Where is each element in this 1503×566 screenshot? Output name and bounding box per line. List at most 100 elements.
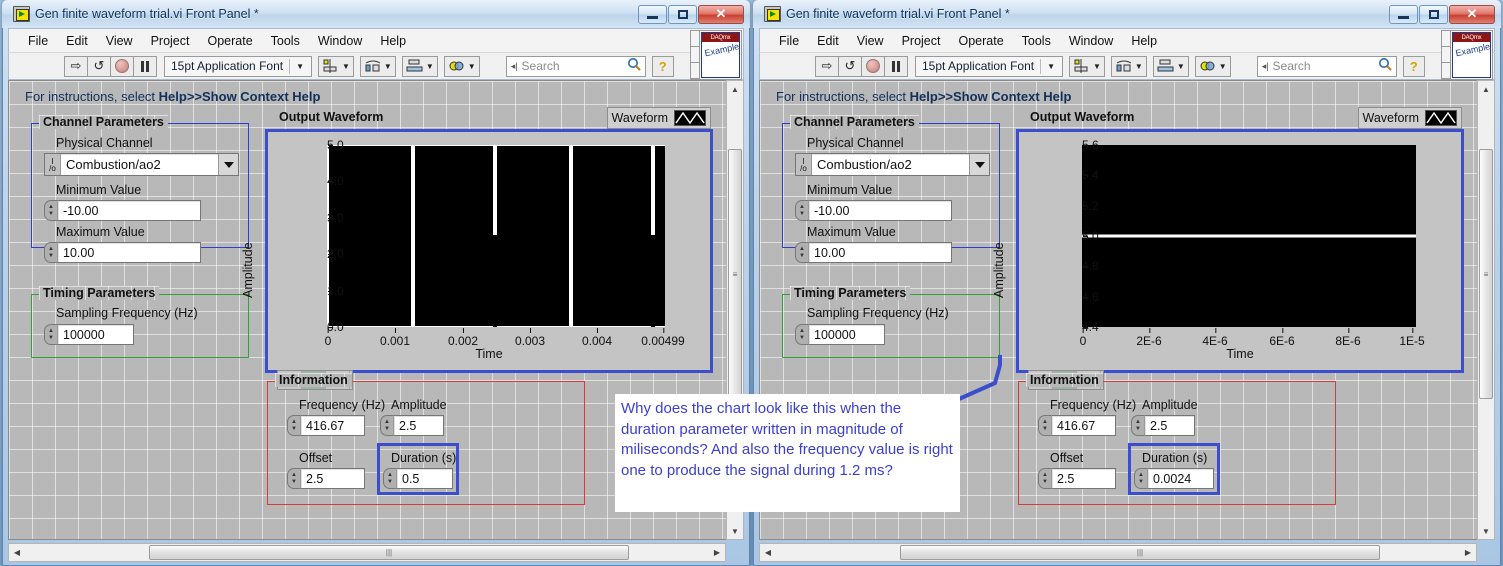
resize-objects-button[interactable]: ▼ [1152, 55, 1189, 77]
duration-control[interactable]: ▲ ▼ 0.5 [383, 468, 453, 489]
maximum-value-field[interactable]: 10.00 [57, 242, 201, 263]
scroll-up-arrow-icon[interactable]: ▲ [1478, 81, 1494, 97]
maximum-value-stepper[interactable]: ▲ ▼ [44, 242, 57, 263]
sampling-frequency-field[interactable]: 100000 [57, 324, 134, 345]
duration-stepper[interactable]: ▲ ▼ [1134, 468, 1147, 489]
sampling-frequency-stepper[interactable]: ▲ ▼ [44, 324, 57, 345]
scroll-down-arrow-icon[interactable]: ▼ [727, 523, 743, 539]
duration-stepper[interactable]: ▲ ▼ [383, 468, 396, 489]
frequency-stepper[interactable]: ▲ ▼ [1038, 415, 1051, 436]
scroll-left-arrow-icon[interactable]: ◀ [9, 548, 25, 557]
frequency-control[interactable]: ▲ ▼ 416.67 [287, 415, 365, 436]
amplitude-field[interactable]: 2.5 [1144, 415, 1195, 436]
minimize-button[interactable] [1389, 4, 1418, 24]
maximum-value-field[interactable]: 10.00 [808, 242, 952, 263]
scroll-up-arrow-icon[interactable]: ▲ [727, 81, 743, 97]
duration-field[interactable]: 0.5 [396, 468, 453, 489]
frequency-field[interactable]: 416.67 [300, 415, 365, 436]
search-input[interactable]: ◂| Search [505, 55, 646, 77]
menu-item-project[interactable]: Project [893, 32, 950, 50]
plot-area[interactable] [1082, 145, 1416, 327]
maximum-value-control[interactable]: ▲ ▼ 10.00 [795, 242, 952, 263]
offset-control[interactable]: ▲ ▼ 2.5 [287, 468, 365, 489]
offset-stepper[interactable]: ▲ ▼ [1038, 468, 1051, 489]
align-objects-button[interactable]: ▼ [318, 55, 354, 77]
maximum-value-control[interactable]: ▲ ▼ 10.00 [44, 242, 201, 263]
scroll-right-arrow-icon[interactable]: ▶ [709, 548, 725, 557]
plot-area[interactable] [327, 145, 665, 327]
offset-field[interactable]: 2.5 [300, 468, 365, 489]
title-bar[interactable]: Gen finite waveform trial.vi Front Panel… [753, 0, 1501, 28]
sampling-frequency-control[interactable]: ▲ ▼ 100000 [44, 324, 134, 345]
menu-item-tools[interactable]: Tools [1013, 32, 1060, 50]
output-waveform-graph[interactable]: Output Waveform Waveform Amplitude [241, 107, 713, 373]
distribute-objects-button[interactable]: ▼ [1110, 55, 1147, 77]
frequency-field[interactable]: 416.67 [1051, 415, 1116, 436]
pause-icon[interactable] [133, 55, 157, 77]
minimum-value-field[interactable]: -10.00 [808, 200, 952, 221]
menu-item-window[interactable]: Window [1060, 32, 1122, 50]
menu-item-tools[interactable]: Tools [262, 32, 309, 50]
daqmx-example-panel[interactable]: DAQmx Example [1441, 30, 1493, 80]
menu-item-help[interactable]: Help [1122, 32, 1166, 50]
menu-item-edit[interactable]: Edit [808, 32, 848, 50]
amplitude-field[interactable]: 2.5 [393, 415, 444, 436]
menu-item-help[interactable]: Help [371, 32, 415, 50]
amplitude-stepper[interactable]: ▲ ▼ [380, 415, 393, 436]
physical-channel-dropdown-arrow[interactable] [218, 154, 238, 175]
run-arrow-icon[interactable]: ⇨ [64, 55, 88, 77]
menu-item-operate[interactable]: Operate [198, 32, 261, 50]
context-help-button[interactable]: ? [1402, 55, 1425, 77]
duration-control[interactable]: ▲ ▼ 0.0024 [1134, 468, 1214, 489]
physical-channel-dropdown-arrow[interactable] [969, 154, 989, 175]
close-button[interactable]: ✕ [698, 4, 744, 24]
output-waveform-graph[interactable]: Output Waveform Waveform Amplitude [992, 107, 1464, 373]
scroll-down-arrow-icon[interactable]: ▼ [1478, 523, 1494, 539]
scroll-right-arrow-icon[interactable]: ▶ [1460, 548, 1476, 557]
context-help-button[interactable]: ? [651, 55, 674, 77]
amplitude-stepper[interactable]: ▲ ▼ [1131, 415, 1144, 436]
menu-item-window[interactable]: Window [309, 32, 371, 50]
abort-execution-icon[interactable] [861, 55, 885, 77]
minimum-value-control[interactable]: ▲ ▼ -10.00 [44, 200, 201, 221]
sampling-frequency-stepper[interactable]: ▲ ▼ [795, 324, 808, 345]
vertical-scrollbar[interactable]: ▲ ≡ ▼ [1477, 80, 1495, 540]
font-selector[interactable]: 15pt Application Font ▼ [915, 55, 1063, 77]
daqmx-example-panel[interactable]: DAQmx Example [690, 30, 742, 80]
reorder-objects-button[interactable]: ▼ [443, 55, 480, 77]
amplitude-control[interactable]: ▲ ▼ 2.5 [1131, 415, 1195, 436]
menu-item-operate[interactable]: Operate [949, 32, 1012, 50]
align-objects-button[interactable]: ▼ [1069, 55, 1105, 77]
frequency-stepper[interactable]: ▲ ▼ [287, 415, 300, 436]
offset-control[interactable]: ▲ ▼ 2.5 [1038, 468, 1116, 489]
horizontal-scroll-thumb[interactable]: ||| [900, 545, 1380, 560]
menu-item-view[interactable]: View [848, 32, 893, 50]
vertical-scroll-thumb[interactable]: ≡ [1479, 149, 1493, 399]
maximize-button[interactable] [668, 4, 697, 24]
pause-icon[interactable] [884, 55, 908, 77]
vertical-scroll-thumb[interactable]: ≡ [728, 149, 742, 399]
menu-item-file[interactable]: File [770, 32, 808, 50]
distribute-objects-button[interactable]: ▼ [359, 55, 396, 77]
graph-legend[interactable]: Waveform [1357, 107, 1462, 129]
minimum-value-control[interactable]: ▲ ▼ -10.00 [795, 200, 952, 221]
maximum-value-stepper[interactable]: ▲ ▼ [795, 242, 808, 263]
run-continuously-icon[interactable]: ↺ [838, 55, 862, 77]
scroll-left-arrow-icon[interactable]: ◀ [760, 548, 776, 557]
amplitude-control[interactable]: ▲ ▼ 2.5 [380, 415, 444, 436]
search-input[interactable]: ◂| Search [1256, 55, 1397, 77]
reorder-objects-button[interactable]: ▼ [1194, 55, 1231, 77]
sampling-frequency-control[interactable]: ▲ ▼ 100000 [795, 324, 885, 345]
minimum-value-stepper[interactable]: ▲ ▼ [795, 200, 808, 221]
graph-legend[interactable]: Waveform [606, 107, 711, 129]
menu-item-file[interactable]: File [19, 32, 57, 50]
physical-channel-control[interactable]: I/o Combustion/ao2 [795, 153, 990, 176]
frequency-control[interactable]: ▲ ▼ 416.67 [1038, 415, 1116, 436]
minimum-value-field[interactable]: -10.00 [57, 200, 201, 221]
horizontal-scroll-thumb[interactable]: ||| [149, 545, 629, 560]
horizontal-scrollbar[interactable]: ◀ ||| ▶ [8, 543, 726, 562]
search-icon[interactable] [1378, 57, 1392, 76]
menu-item-edit[interactable]: Edit [57, 32, 97, 50]
sampling-frequency-field[interactable]: 100000 [808, 324, 885, 345]
horizontal-scrollbar[interactable]: ◀ ||| ▶ [759, 543, 1477, 562]
